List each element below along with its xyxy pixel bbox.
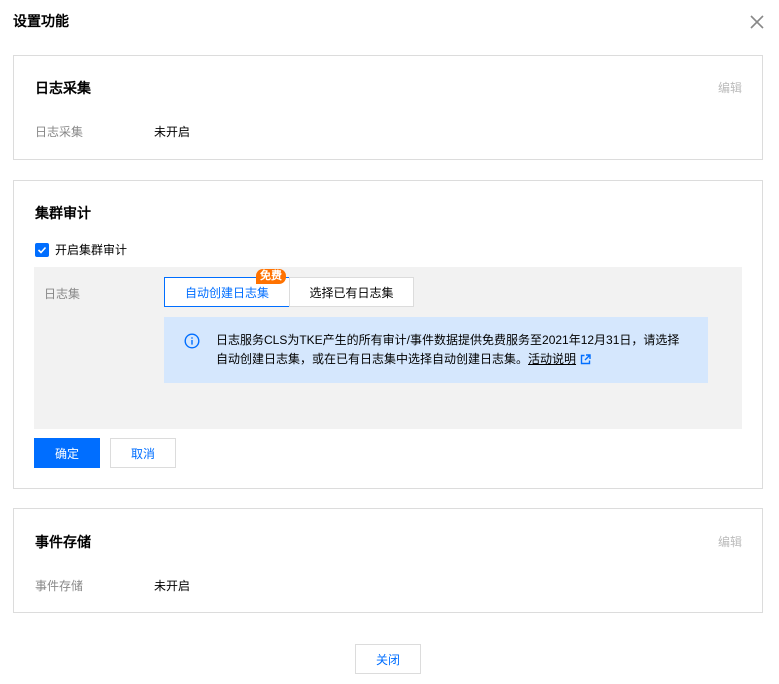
log-collection-title: 日志采集 — [35, 80, 91, 96]
free-badge: 免费 — [256, 269, 286, 284]
event-storage-label: 事件存储 — [35, 579, 84, 593]
audit-checkbox[interactable] — [35, 242, 49, 257]
log-collection-label: 日志采集 — [35, 125, 84, 139]
audit-checkbox-row[interactable]: 开启集群审计 — [35, 241, 127, 258]
dialog-title: 设置功能 — [13, 13, 69, 29]
event-storage-value: 未开启 — [154, 579, 191, 593]
cluster-audit-title: 集群审计 — [35, 205, 91, 221]
log-collection-edit-link[interactable]: 编辑 — [718, 79, 742, 96]
info-icon — [184, 333, 200, 349]
info-notice-message: 日志服务CLS为TKE产生的所有审计/事件数据提供免费服务至2021年12月31… — [216, 333, 680, 366]
audit-checkbox-label: 开启集群审计 — [55, 243, 128, 257]
info-notice: 日志服务CLS为TKE产生的所有审计/事件数据提供免费服务至2021年12月31… — [164, 317, 708, 383]
check-icon — [37, 246, 47, 254]
close-icon[interactable] — [749, 14, 765, 30]
log-set-config-area: 日志集 自动创建日志集 选择已有日志集 免费 日志服务CLS为TKE产生的所有审… — [34, 267, 742, 429]
cancel-button[interactable]: 取消 — [110, 438, 176, 468]
cluster-audit-panel: 集群审计 开启集群审计 日志集 自动创建日志集 选择已有日志集 免费 日志服务C… — [13, 180, 763, 489]
select-existing-log-set-option[interactable]: 选择已有日志集 — [289, 277, 414, 307]
confirm-button[interactable]: 确定 — [34, 438, 100, 468]
close-button[interactable]: 关闭 — [355, 644, 421, 674]
info-notice-text: 日志服务CLS为TKE产生的所有审计/事件数据提供免费服务至2021年12月31… — [216, 331, 686, 369]
log-set-label: 日志集 — [44, 287, 81, 301]
external-link-icon[interactable] — [580, 354, 591, 365]
log-collection-value: 未开启 — [154, 125, 191, 139]
log-set-segment: 自动创建日志集 选择已有日志集 免费 — [164, 269, 414, 307]
event-storage-edit-link[interactable]: 编辑 — [718, 533, 742, 550]
event-storage-title: 事件存储 — [35, 534, 91, 550]
event-storage-panel: 事件存储 编辑 事件存储 未开启 — [13, 508, 763, 613]
log-collection-panel: 日志采集 编辑 日志采集 未开启 — [13, 55, 763, 160]
activity-description-link[interactable]: 活动说明 — [528, 352, 576, 366]
